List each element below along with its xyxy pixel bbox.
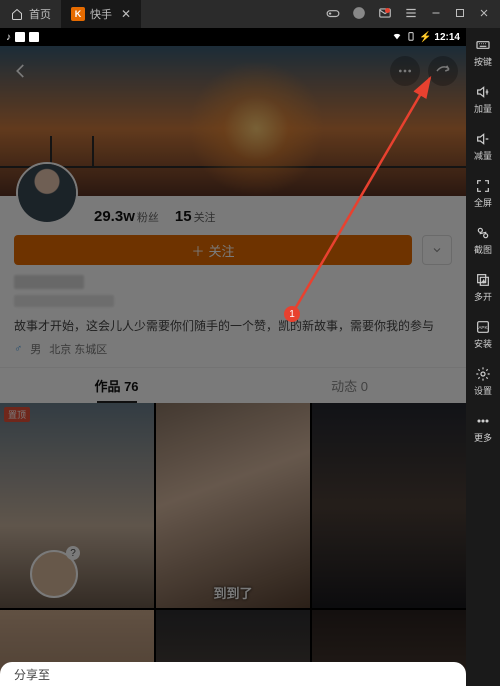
gender-label: 男 xyxy=(30,341,41,357)
gamepad-icon[interactable] xyxy=(326,6,340,23)
tab-home[interactable]: 首页 xyxy=(0,0,61,28)
share-sheet[interactable]: 分享至 xyxy=(0,662,466,686)
gender-icon: ♂ xyxy=(14,343,22,355)
tab-works[interactable]: 作品 76 xyxy=(0,368,233,403)
username-blurred xyxy=(14,275,84,289)
app-mini-icon-2 xyxy=(29,32,39,42)
share-icon[interactable] xyxy=(428,56,458,86)
userid-blurred xyxy=(14,295,114,307)
tab-kuaishou[interactable]: K 快手 ✕ xyxy=(61,0,141,28)
tiktok-mini-icon: ♪ xyxy=(6,32,11,43)
sidebar-volume-up[interactable]: 加量 xyxy=(466,81,500,118)
fans-stat[interactable]: 29.3w粉丝 xyxy=(94,208,159,225)
video-grid: 置顶 到到了 xyxy=(0,403,466,686)
sidebar-multi-open[interactable]: 多开 xyxy=(466,269,500,306)
meta-row: ♂ 男 北京 东城区 xyxy=(14,341,452,357)
sticker-child-icon xyxy=(30,550,78,598)
profile-tabs: 作品 76 动态 0 xyxy=(0,367,466,403)
app-mini-icon-1 xyxy=(15,32,25,42)
tab-close-icon[interactable]: ✕ xyxy=(121,7,131,21)
stats-row: 29.3w粉丝 15关注 xyxy=(94,208,452,225)
video-thumb[interactable]: 置顶 xyxy=(0,403,154,608)
profile-card: 29.3w粉丝 15关注 ＋ 关注 故事才开始，这会儿人少需要你们随手的一个赞，… xyxy=(0,196,466,367)
window-close-icon[interactable] xyxy=(478,7,490,22)
sidebar-more[interactable]: 更多 xyxy=(466,410,500,447)
sidebar-screenshot[interactable]: 截图 xyxy=(466,222,500,259)
video-caption: 到到了 xyxy=(156,583,310,602)
phone-viewport: ♪ ⚡ 12:14 xyxy=(0,28,466,686)
tab-kuaishou-label: 快手 xyxy=(90,6,112,22)
follow-button[interactable]: ＋ 关注 xyxy=(14,235,412,265)
battery-icon xyxy=(406,30,416,45)
title-bar: 首页 K 快手 ✕ xyxy=(0,0,500,28)
sidebar-settings[interactable]: 设置 xyxy=(466,363,500,400)
follow-stat[interactable]: 15关注 xyxy=(175,208,216,225)
video-thumb[interactable] xyxy=(312,403,466,608)
charging-icon: ⚡ xyxy=(419,32,431,43)
sheet-title: 分享至 xyxy=(14,668,50,682)
profile-page: 29.3w粉丝 15关注 ＋ 关注 故事才开始，这会儿人少需要你们随手的一个赞，… xyxy=(0,46,466,686)
location-label: 北京 东城区 xyxy=(49,341,107,357)
window-controls xyxy=(326,0,500,28)
user-icon[interactable] xyxy=(352,6,366,23)
pin-badge: 置顶 xyxy=(4,407,30,422)
avatar[interactable] xyxy=(16,162,78,224)
bio: 故事才开始，这会儿人少需要你们随手的一个赞，凯的新故事，需要你我的参与 xyxy=(14,317,452,335)
more-icon[interactable] xyxy=(390,56,420,86)
wifi-icon xyxy=(391,31,403,44)
maximize-icon[interactable] xyxy=(454,7,466,22)
tab-home-label: 首页 xyxy=(29,6,51,22)
minimize-icon[interactable] xyxy=(430,7,442,22)
clock: 12:14 xyxy=(434,32,460,43)
home-icon xyxy=(10,7,24,21)
sidebar-install[interactable]: APK 安装 xyxy=(466,316,500,353)
svg-text:APK: APK xyxy=(478,325,488,330)
back-icon[interactable] xyxy=(6,56,36,86)
expand-button[interactable] xyxy=(422,235,452,265)
sidebar-volume-down[interactable]: 减量 xyxy=(466,128,500,165)
sidebar-fullscreen[interactable]: 全屏 xyxy=(466,175,500,212)
emulator-sidebar: 按键 加量 减量 全屏 截图 多开 APK 安装 设置 xyxy=(466,28,500,686)
annotation-step-badge: 1 xyxy=(284,306,300,322)
mail-icon[interactable] xyxy=(378,6,392,23)
menu-icon[interactable] xyxy=(404,6,418,23)
tab-moments[interactable]: 动态 0 xyxy=(233,368,466,403)
sidebar-keyboard[interactable]: 按键 xyxy=(466,34,500,71)
kuaishou-icon: K xyxy=(71,7,85,21)
video-thumb[interactable]: 到到了 xyxy=(156,403,310,608)
status-bar: ♪ ⚡ 12:14 xyxy=(0,28,466,46)
